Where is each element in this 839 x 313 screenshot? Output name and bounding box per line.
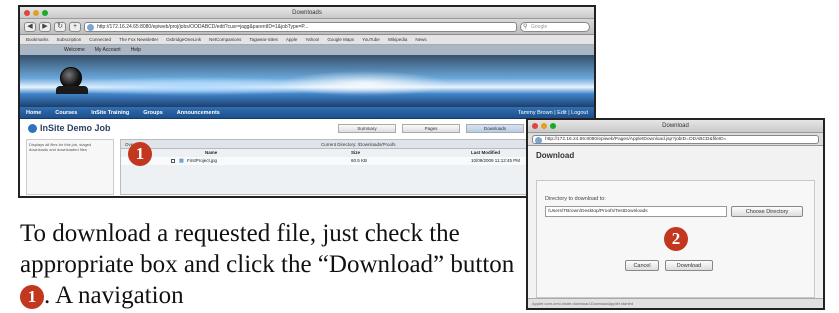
- nav-courses[interactable]: Courses: [55, 110, 77, 116]
- site-navbar: Home Courses InSite Training Groups Anno…: [20, 107, 594, 119]
- nav-announcements[interactable]: Announcements: [177, 110, 220, 116]
- close-window-button[interactable]: [24, 10, 30, 16]
- callout-1-badge: 1: [128, 142, 152, 166]
- job-title-text: InSite Demo Job: [40, 123, 111, 133]
- site-tabline: Welcome My Account Help: [20, 45, 594, 55]
- bookmark-item[interactable]: Connected: [89, 35, 111, 44]
- callout-2-badge: 2: [664, 227, 688, 251]
- download-dialog-screenshot: Download http://172.16.24.65:8080/epiweb…: [526, 118, 825, 310]
- nav-home[interactable]: Home: [26, 110, 41, 116]
- bookmark-item[interactable]: News: [415, 35, 426, 44]
- dialog-status-bar: Applet com.creo.insite.download.Download…: [528, 298, 823, 308]
- zoom-window-button[interactable]: [42, 10, 48, 16]
- dialog-url-bar[interactable]: http://172.16.24.65:8080/epiweb/Pages/Ap…: [532, 135, 819, 144]
- site-tab[interactable]: Help: [131, 45, 141, 55]
- current-directory: Current Directory: /Downloads/Proofs: [321, 142, 396, 147]
- job-sidebar: Displays all files for this job, staged …: [26, 139, 114, 195]
- back-button[interactable]: ◀: [24, 21, 36, 32]
- dialog-minimize-button[interactable]: [541, 123, 547, 129]
- directory-label: Directory to download to:: [545, 196, 606, 202]
- forward-button[interactable]: ▶: [39, 21, 51, 32]
- search-placeholder: Google: [531, 23, 548, 30]
- site-tab[interactable]: My Account: [95, 45, 121, 55]
- nav-training[interactable]: InSite Training: [91, 110, 129, 116]
- panel-header: Overview Current Directory: /Downloads/P…: [121, 140, 589, 149]
- minimize-window-button[interactable]: [33, 10, 39, 16]
- file-checkbox[interactable]: [171, 159, 175, 163]
- dialog-window-title: Download: [662, 123, 689, 129]
- bookmark-item[interactable]: Wikipedia: [388, 35, 408, 44]
- main-url-text: http://172.16.24.65:8080/epiweb/proj/job…: [97, 23, 309, 30]
- dialog-url-row: http://172.16.24.65:8080/epiweb/Pages/Ap…: [528, 133, 823, 146]
- downloads-panel: Overview Current Directory: /Downloads/P…: [120, 139, 590, 195]
- bookmark-item[interactable]: YouTube: [362, 35, 380, 44]
- bookmark-item[interactable]: Bookmarks: [26, 35, 49, 44]
- instruction-tail: . A navigation: [44, 282, 184, 309]
- site-banner: Welcome My Account Help: [20, 45, 594, 107]
- tab-downloads[interactable]: Downloads: [466, 124, 524, 133]
- col-modified[interactable]: Last Modified: [471, 149, 500, 157]
- bookmark-item[interactable]: Apple: [286, 35, 298, 44]
- site-tab[interactable]: Welcome: [64, 45, 85, 55]
- dialog-window-controls: [532, 123, 556, 129]
- nav-groups[interactable]: Groups: [143, 110, 163, 116]
- inline-callout-1: 1: [20, 285, 44, 309]
- bookmarks-bar: Bookmarks Subscription Connected The Fox…: [20, 35, 594, 45]
- page-title: InSite Demo Job: [28, 123, 111, 133]
- table-row[interactable]: ▩ FirstProject.jpg 60.5 KB 10/09/2009 11…: [121, 157, 589, 165]
- dialog-titlebar: Download: [528, 120, 823, 133]
- directory-field[interactable]: /Users/TBrown/Desktop/Proofs/TestDownloa…: [545, 206, 727, 217]
- bookmark-item[interactable]: OxbridgeOneLink: [166, 35, 201, 44]
- job-icon: [28, 123, 37, 133]
- bookmark-item[interactable]: Yahoo!: [305, 35, 319, 44]
- banner-splash-image: [20, 55, 594, 107]
- instruction-paragraph: To download a requested file, just check…: [20, 218, 528, 311]
- bookmark-item[interactable]: The Fox Newsletter: [119, 35, 158, 44]
- search-icon: ⚲: [523, 23, 528, 30]
- dialog-close-button[interactable]: [532, 123, 538, 129]
- dialog-zoom-button[interactable]: [550, 123, 556, 129]
- instruction-text: To download a requested file, just check…: [20, 220, 515, 278]
- dialog-url-text: http://172.16.24.65:8080/epiweb/Pages/Ap…: [545, 137, 727, 142]
- bookmark-item[interactable]: Tagwear-Sites: [249, 35, 278, 44]
- nav-user-links[interactable]: Tammy Brown | Edit | Logout: [518, 110, 588, 116]
- tab-pages[interactable]: Pages: [402, 124, 460, 133]
- main-window-title: Downloads: [292, 10, 322, 16]
- file-name[interactable]: FirstProject.jpg: [187, 157, 217, 165]
- job-content: InSite Demo Job Summary Pages Downloads …: [20, 119, 594, 196]
- reload-button[interactable]: ↻: [54, 21, 66, 32]
- add-bookmark-button[interactable]: +: [69, 21, 81, 32]
- main-browser-screenshot: Downloads ◀ ▶ ↻ + http://172.16.24.65:80…: [18, 5, 596, 198]
- search-input[interactable]: ⚲ Google: [520, 21, 590, 32]
- file-table-header: Name Size Last Modified: [121, 149, 589, 157]
- bookmark-item[interactable]: Google Maps: [327, 35, 354, 44]
- main-url-bar[interactable]: http://172.16.24.65:8080/epiweb/proj/job…: [84, 21, 517, 32]
- bookmark-item[interactable]: NetCompanions: [209, 35, 241, 44]
- main-titlebar: Downloads: [20, 7, 594, 19]
- cancel-button[interactable]: Cancel: [625, 260, 659, 271]
- tab-summary[interactable]: Summary: [338, 124, 396, 133]
- globe-icon: [87, 23, 94, 31]
- globe-icon: [535, 137, 542, 143]
- download-button[interactable]: Download: [665, 260, 713, 271]
- col-name[interactable]: Name: [205, 149, 217, 157]
- choose-directory-button[interactable]: Choose Directory: [731, 206, 803, 217]
- file-icon: ▩: [179, 158, 184, 164]
- file-modified: 10/09/2009 11:12:45 PM: [471, 158, 520, 163]
- bookmark-item[interactable]: Subscription: [57, 35, 82, 44]
- col-size[interactable]: Size: [351, 149, 360, 157]
- dialog-heading: Download: [536, 151, 575, 160]
- main-toolbar: ◀ ▶ ↻ + http://172.16.24.65:8080/epiweb/…: [20, 19, 594, 35]
- file-size: 60.5 KB: [351, 158, 368, 163]
- window-controls: [24, 10, 48, 16]
- camera-lens-image: [56, 67, 88, 94]
